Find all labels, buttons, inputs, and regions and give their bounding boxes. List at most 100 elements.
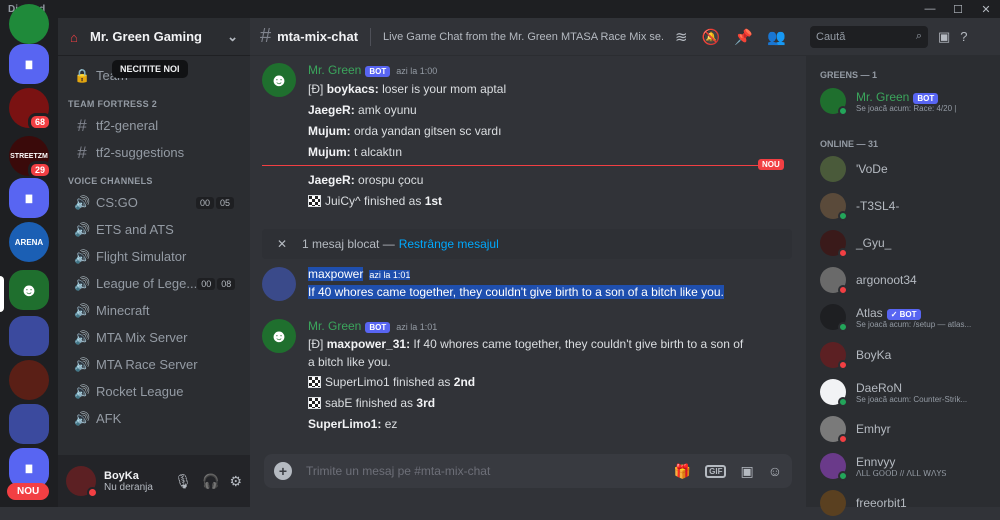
message-author[interactable]: maxpower	[308, 267, 364, 281]
online-status-icon	[838, 106, 848, 116]
member-activity: ꓥꓡꓡ ꓖꓳꓳꓓ // ꓥꓡꓡ ꓪꓥꓬꓢ	[856, 468, 947, 478]
race-rank: 2nd	[453, 375, 476, 389]
avatar	[820, 379, 848, 407]
blocked-text: 1 mesaj blocat —	[302, 237, 395, 251]
server-icon-arena[interactable]: ARENA	[9, 222, 49, 262]
minimize-button[interactable]: —	[916, 3, 944, 15]
voice-channel-minecraft[interactable]: 🔊 Minecraft	[66, 297, 242, 324]
voice-channel-flight[interactable]: 🔊 Flight Simulator	[66, 243, 242, 270]
mrgreen-logo-icon: ☻	[269, 69, 289, 90]
player-name: JaegeR:	[308, 103, 355, 117]
player-name: Mujum:	[308, 145, 351, 159]
sticker-icon[interactable]: ▣	[740, 463, 753, 480]
mute-bell-icon[interactable]: 🔕	[702, 28, 721, 46]
collapse-message-link[interactable]: Restrânge mesajul	[399, 237, 499, 251]
threads-icon[interactable]: ≋	[675, 28, 688, 46]
guild-header[interactable]: ⌂ Mr. Green Gaming ⌄	[58, 18, 250, 56]
close-button[interactable]: ✕	[972, 3, 1000, 16]
channel-label: ETS and ATS	[96, 222, 174, 237]
gift-icon[interactable]: 🎁	[674, 463, 691, 480]
voice-channel-ets[interactable]: 🔊 ETS and ATS	[66, 216, 242, 243]
help-icon[interactable]: ?	[960, 29, 967, 44]
speaker-icon: 🔊	[74, 248, 91, 264]
member-name: freeorbit1	[856, 496, 907, 510]
message-text: amk oyunu	[358, 103, 417, 117]
avatar	[820, 230, 848, 258]
gif-button[interactable]: GIF	[705, 464, 727, 478]
avatar[interactable]	[262, 267, 296, 301]
channel-header: # mta-mix-chat Live Game Chat from the M…	[250, 18, 806, 56]
checkered-flag-icon	[308, 376, 321, 388]
inbox-icon[interactable]: ▣	[938, 29, 950, 45]
avatar	[820, 193, 848, 221]
channel-topic[interactable]: Live Game Chat from the Mr. Green MTASA …	[383, 31, 663, 43]
message-line: JaegeR: orospu çocu	[308, 173, 423, 187]
message-author[interactable]: Mr. Green	[308, 319, 361, 333]
dnd-status-icon	[838, 248, 848, 258]
message-list: ☻ Mr. Green BOT azi la 1:00 [Ð] boykacs: l…	[250, 57, 806, 447]
server-icon-green[interactable]	[9, 4, 49, 44]
headphones-icon[interactable]: 🎧	[202, 473, 219, 490]
server-icon-fire[interactable]	[9, 360, 49, 400]
voice-channel-afk[interactable]: 🔊 AFK	[66, 405, 242, 432]
member-item[interactable]: argonoot34	[820, 263, 995, 297]
emoji-icon[interactable]: ☺	[768, 463, 782, 479]
avatar[interactable]: ☻	[262, 63, 296, 97]
new-unreads-pill[interactable]: NOU	[7, 483, 50, 500]
voice-limit: 05	[215, 196, 234, 209]
avatar[interactable]	[66, 466, 98, 498]
voice-channel-mta-race[interactable]: 🔊 MTA Race Server	[66, 351, 242, 378]
category-tf2[interactable]: TEAM FORTRESS 2	[66, 89, 242, 112]
server-icon-red[interactable]: 68	[9, 88, 52, 131]
channel-label: League of Lege...	[96, 276, 198, 291]
member-item[interactable]: -T3SL4-	[820, 189, 995, 223]
search-input[interactable]: Caută ⌕	[810, 25, 928, 48]
server-folder-5[interactable]: ▇	[9, 448, 49, 488]
member-name: _Gyu_	[856, 236, 892, 250]
channel-tf2-suggestions[interactable]: # tf2-suggestions	[66, 139, 242, 166]
server-folder-4[interactable]	[9, 404, 49, 444]
microphone-icon[interactable]: 🎙	[174, 473, 192, 490]
pin-icon[interactable]: 📌	[734, 28, 753, 46]
channel-tf2-general[interactable]: # tf2-general	[66, 112, 242, 139]
avatar[interactable]: ☻	[262, 319, 296, 353]
voice-channel-mta-mix[interactable]: 🔊 MTA Mix Server	[66, 324, 242, 351]
member-item[interactable]: 'VoDe	[820, 152, 995, 186]
member-item[interactable]: _Gyu_	[820, 226, 995, 260]
voice-channel-rocket[interactable]: 🔊 Rocket League	[66, 378, 242, 405]
unread-tooltip: NECITITE NOI	[112, 60, 188, 78]
avatar	[820, 416, 848, 444]
server-label: ARENA	[14, 237, 44, 247]
selected-indicator	[0, 276, 4, 312]
voice-channel-league[interactable]: 🔊 League of Lege... 00 08	[66, 270, 242, 297]
message-line: SuperLimo1 finished as 2nd	[308, 375, 475, 389]
player-name: boykacs:	[326, 82, 379, 96]
member-item[interactable]: Emhyr	[820, 412, 995, 446]
checkered-flag-icon	[308, 195, 321, 207]
server-folder-2[interactable]: ▇	[9, 178, 49, 218]
member-item[interactable]: DaeRoN Se joacă acum: Counter-Strik...	[820, 375, 995, 409]
server-icon-mrgreen[interactable]: ☻	[9, 270, 49, 310]
message-input[interactable]	[306, 464, 674, 478]
member-item[interactable]: freeorbit1	[820, 486, 995, 520]
member-item[interactable]: Mr. Green BOT Se joacă acum: Race: 4/20 |	[820, 84, 995, 118]
speaker-icon: 🔊	[74, 410, 91, 426]
member-list: Caută ⌕ ▣ ? GREENS — 1 Mr. Green BOT Se joa…	[806, 18, 1000, 516]
server-folder-3[interactable]	[9, 316, 49, 356]
category-voice[interactable]: VOICE CHANNELS	[66, 166, 242, 189]
members-icon[interactable]: 👥	[767, 28, 786, 46]
maximize-button[interactable]: ☐	[944, 3, 972, 16]
chevron-down-icon: ⌄	[227, 28, 238, 44]
member-activity: Se joacă acum: /setup — atlas...	[856, 319, 972, 329]
gear-icon[interactable]: ⚙	[229, 473, 242, 490]
voice-channel-csgo[interactable]: 🔊 CS:GO 00 05	[66, 189, 242, 216]
member-item[interactable]: BoyKa	[820, 338, 995, 372]
add-attachment-button[interactable]: +	[274, 462, 292, 480]
server-folder-1[interactable]: ▇	[9, 44, 49, 84]
channel-label: MTA Race Server	[96, 357, 198, 372]
member-item[interactable]: Ennvyy ꓥꓡꓡ ꓖꓳꓳꓓ // ꓥꓡꓡ ꓪꓥꓬꓢ	[820, 449, 995, 483]
close-icon[interactable]: ✕	[262, 237, 302, 251]
server-icon-streetz[interactable]: STREETZM 29	[9, 136, 52, 179]
message-author[interactable]: Mr. Green	[308, 63, 361, 77]
member-item[interactable]: Atlas ✓ BOT Se joacă acum: /setup — atlas.…	[820, 300, 995, 334]
